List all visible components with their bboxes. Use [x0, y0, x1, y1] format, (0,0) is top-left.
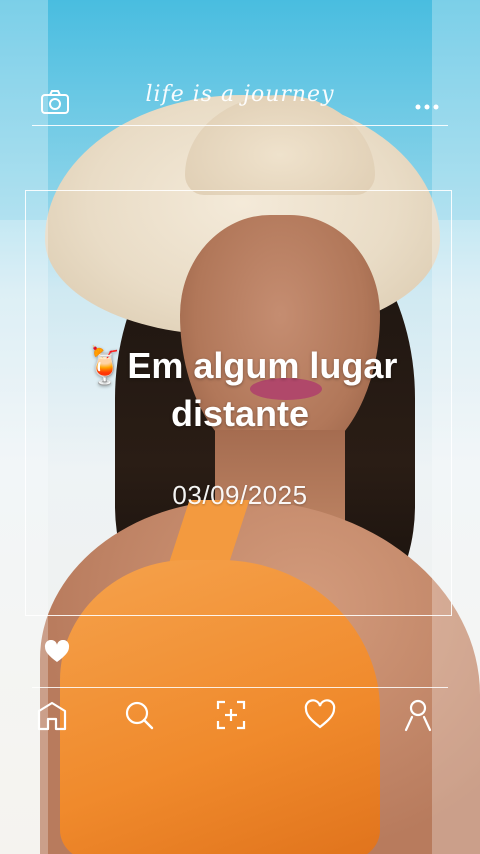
profile-icon[interactable]	[400, 697, 436, 733]
caption-line-2: distante	[170, 393, 310, 434]
post-date: 03/09/2025	[172, 480, 308, 510]
header-divider	[32, 125, 448, 126]
home-icon[interactable]	[34, 697, 70, 733]
cocktail-emoji: 🍹	[82, 345, 128, 386]
brand-title: life is a journey	[145, 82, 335, 107]
scan-add-icon[interactable]	[213, 697, 249, 733]
more-icon[interactable]	[414, 92, 440, 117]
heart-filled-icon[interactable]	[44, 639, 70, 668]
heart-icon[interactable]	[302, 697, 338, 733]
post-caption: 🍹Em algum lugar distante	[40, 342, 440, 438]
bottom-nav	[0, 697, 480, 737]
search-icon[interactable]	[121, 697, 157, 733]
nav-divider	[32, 687, 448, 688]
caption-line-1: Em algum lugar	[127, 345, 398, 386]
